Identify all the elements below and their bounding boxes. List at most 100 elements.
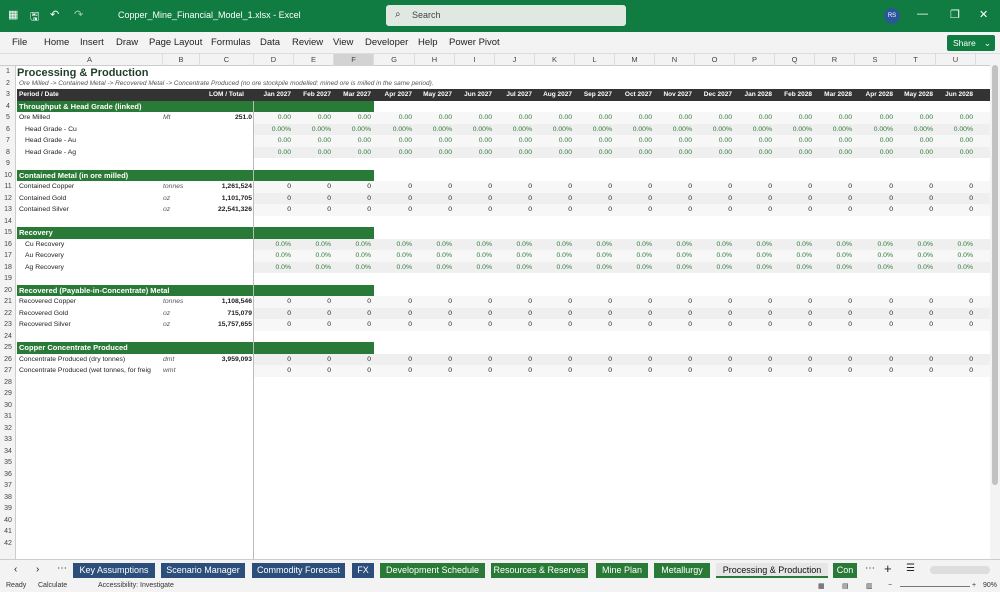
period-value[interactable]: 0.0% bbox=[695, 239, 733, 251]
period-value[interactable]: 0 bbox=[695, 204, 732, 216]
period-value[interactable]: 0 bbox=[455, 308, 492, 320]
period-value[interactable]: 0.00 bbox=[855, 112, 893, 124]
period-value[interactable]: 0.00 bbox=[374, 112, 412, 124]
period-value[interactable]: 0 bbox=[535, 354, 572, 366]
period-value[interactable]: 0 bbox=[455, 193, 492, 205]
save-icon[interactable]: 🖫 bbox=[30, 8, 39, 27]
row-label[interactable]: Ore Milled bbox=[19, 112, 163, 124]
period-value[interactable]: 0.00 bbox=[415, 135, 452, 147]
period-value[interactable]: 0 bbox=[535, 319, 572, 331]
row-header[interactable]: 30 bbox=[0, 400, 16, 412]
row-label[interactable]: Contained Gold bbox=[19, 193, 163, 205]
period-value[interactable]: 0 bbox=[896, 193, 933, 205]
period-value[interactable]: 0.00 bbox=[695, 135, 732, 147]
period-value[interactable]: 0.00 bbox=[254, 135, 291, 147]
period-value[interactable]: 0 bbox=[374, 181, 412, 193]
period-value[interactable]: 0.0% bbox=[815, 239, 853, 251]
period-value[interactable]: 0 bbox=[936, 354, 973, 366]
sheet-tab-resources-reserves[interactable]: Resources & Reserves bbox=[491, 563, 588, 578]
row-header[interactable]: 38 bbox=[0, 492, 16, 504]
period-value[interactable]: 0.00 bbox=[815, 135, 852, 147]
period-value[interactable]: 0.0% bbox=[334, 262, 372, 274]
period-value[interactable]: 0.00% bbox=[655, 124, 692, 136]
sheet-tab-key-assumptions[interactable]: Key Assumptions bbox=[73, 563, 155, 578]
lom-total[interactable]: 251.0 bbox=[200, 112, 252, 124]
period-value[interactable]: 0.00% bbox=[815, 124, 852, 136]
period-value[interactable]: 0.00 bbox=[655, 135, 692, 147]
period-value[interactable]: 0 bbox=[495, 319, 532, 331]
period-value[interactable]: 0 bbox=[775, 308, 812, 320]
column-header-U[interactable]: U bbox=[936, 54, 976, 66]
row-header[interactable]: 31 bbox=[0, 411, 16, 423]
row-header[interactable]: 35 bbox=[0, 457, 16, 469]
row-header[interactable]: 5 bbox=[0, 112, 16, 124]
period-value[interactable]: 0.00 bbox=[615, 112, 652, 124]
period-value[interactable]: 0 bbox=[815, 354, 852, 366]
period-value[interactable]: 0.0% bbox=[455, 250, 493, 262]
period-value[interactable]: 0 bbox=[374, 354, 412, 366]
period-value[interactable]: 0.0% bbox=[495, 262, 533, 274]
period-value[interactable]: 0.0% bbox=[655, 262, 693, 274]
row-header[interactable]: 13 bbox=[0, 204, 16, 216]
period-value[interactable]: 0 bbox=[415, 193, 452, 205]
period-value[interactable]: 0.00% bbox=[695, 124, 732, 136]
period-value[interactable]: 0 bbox=[896, 181, 933, 193]
search-box[interactable]: ⌕ Search bbox=[386, 5, 626, 26]
period-value[interactable]: 0.00 bbox=[294, 112, 331, 124]
period-value[interactable]: 0.00 bbox=[735, 135, 772, 147]
period-value[interactable]: 0.00 bbox=[535, 135, 572, 147]
column-header-I[interactable]: I bbox=[455, 54, 495, 66]
period-value[interactable]: 0 bbox=[695, 308, 732, 320]
period-value[interactable]: 0.0% bbox=[775, 250, 813, 262]
period-value[interactable]: 0.00 bbox=[495, 112, 532, 124]
row-header[interactable]: 26 bbox=[0, 354, 16, 366]
period-value[interactable]: 0 bbox=[735, 354, 772, 366]
period-value[interactable]: 0 bbox=[374, 365, 412, 377]
period-value[interactable]: 0 bbox=[815, 319, 852, 331]
period-value[interactable]: 0.0% bbox=[896, 239, 934, 251]
period-value[interactable]: 0 bbox=[575, 354, 612, 366]
zoom-level[interactable]: 90% bbox=[983, 582, 997, 589]
period-value[interactable]: 0 bbox=[575, 365, 612, 377]
row-header[interactable]: 4 bbox=[0, 101, 16, 113]
period-value[interactable]: 0.0% bbox=[415, 250, 453, 262]
period-value[interactable]: 0.00 bbox=[775, 112, 812, 124]
period-value[interactable]: 0.00% bbox=[535, 124, 572, 136]
period-value[interactable]: 0 bbox=[495, 354, 532, 366]
row-header[interactable]: 11 bbox=[0, 181, 16, 193]
period-value[interactable]: 0 bbox=[334, 181, 371, 193]
column-header-P[interactable]: P bbox=[735, 54, 775, 66]
horizontal-scrollbar[interactable] bbox=[930, 566, 990, 574]
period-value[interactable]: 0.0% bbox=[254, 250, 292, 262]
period-value[interactable]: 0.00 bbox=[374, 147, 412, 159]
lom-total[interactable]: 3,959,093 bbox=[200, 354, 252, 366]
lom-total[interactable]: 22,541,326 bbox=[200, 204, 252, 216]
period-value[interactable]: 0.00 bbox=[334, 147, 371, 159]
row-label[interactable]: Ag Recovery bbox=[25, 262, 163, 274]
row-header[interactable]: 19 bbox=[0, 273, 16, 285]
sheet-tab-commodity-forecast[interactable]: Commodity Forecast bbox=[252, 563, 345, 578]
column-header-T[interactable]: T bbox=[896, 54, 936, 66]
row-header[interactable]: 1 bbox=[0, 66, 16, 78]
row-header[interactable]: 18 bbox=[0, 262, 16, 274]
sheet-tab-mine-plan[interactable]: Mine Plan bbox=[596, 563, 648, 578]
period-value[interactable]: 0.00 bbox=[695, 112, 732, 124]
column-header-S[interactable]: S bbox=[855, 54, 896, 66]
column-header-J[interactable]: J bbox=[495, 54, 535, 66]
row-header[interactable]: 22 bbox=[0, 308, 16, 320]
period-value[interactable]: 0 bbox=[735, 365, 772, 377]
row-header[interactable]: 29 bbox=[0, 388, 16, 400]
period-value[interactable]: 0.0% bbox=[575, 262, 613, 274]
period-value[interactable]: 0 bbox=[775, 204, 812, 216]
period-value[interactable]: 0 bbox=[495, 296, 532, 308]
period-value[interactable]: 0.00 bbox=[495, 147, 532, 159]
period-value[interactable]: 0.0% bbox=[655, 239, 693, 251]
period-value[interactable]: 0.0% bbox=[936, 262, 974, 274]
period-value[interactable]: 0 bbox=[615, 204, 652, 216]
period-value[interactable]: 0 bbox=[735, 204, 772, 216]
period-value[interactable]: 0 bbox=[936, 181, 973, 193]
menu-help[interactable]: Help bbox=[418, 37, 438, 48]
period-value[interactable]: 0 bbox=[535, 181, 572, 193]
period-value[interactable]: 0 bbox=[896, 365, 933, 377]
period-value[interactable]: 0 bbox=[294, 296, 331, 308]
